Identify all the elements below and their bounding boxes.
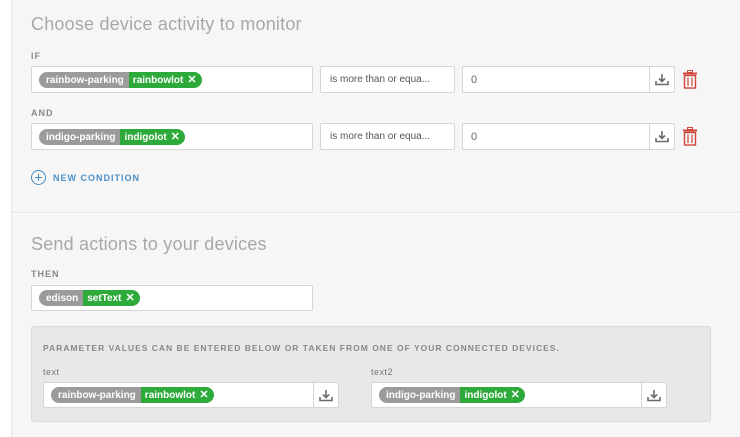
action-device-field[interactable]: edison setText ✕ [31, 285, 313, 311]
pill-value-label: rainbowlot [144, 389, 196, 401]
close-icon[interactable]: ✕ [187, 74, 196, 86]
param-text-field[interactable]: rainbow-parking rainbowlot ✕ [43, 382, 339, 408]
pill-value-label: rainbowlot [132, 74, 184, 86]
threshold-input[interactable]: 0 [462, 66, 675, 93]
device-pill: indigo-parking indigolot ✕ [39, 129, 185, 145]
param-label-text: text [43, 367, 60, 377]
condition-source-field[interactable]: indigo-parking indigolot ✕ [31, 123, 313, 150]
pill-value: rainbowlot ✕ [128, 72, 202, 88]
close-icon[interactable]: ✕ [171, 131, 180, 143]
pill-value-label: setText [87, 292, 122, 304]
download-icon [647, 389, 661, 401]
condition-if-label: IF [31, 51, 41, 61]
pill-device-name: edison [39, 290, 84, 306]
new-condition-label: NEW CONDITION [53, 172, 140, 183]
threshold-input[interactable]: 0 [462, 123, 675, 150]
threshold-value: 0 [471, 130, 478, 143]
import-value-button[interactable] [649, 124, 674, 149]
param-label-text2: text2 [371, 367, 394, 377]
condition-source-field[interactable]: rainbow-parking rainbowlot ✕ [31, 66, 313, 93]
operator-select[interactable]: is more than or equa... [320, 66, 455, 93]
import-value-button[interactable] [641, 383, 666, 407]
close-icon[interactable]: ✕ [511, 389, 520, 401]
import-value-button[interactable] [313, 383, 338, 407]
condition-and-label: AND [31, 108, 54, 118]
pill-value-label: indigolot [124, 131, 167, 143]
parameter-box: PARAMETER VALUES CAN BE ENTERED BELOW OR… [31, 326, 711, 422]
device-pill: rainbow-parking rainbowlot ✕ [39, 72, 202, 88]
param-text2-field[interactable]: indigo-parking indigolot ✕ [371, 382, 667, 408]
close-icon[interactable]: ✕ [199, 389, 208, 401]
actions-title: Send actions to your devices [31, 234, 267, 254]
download-icon [655, 74, 669, 86]
pill-device-name: indigo-parking [39, 129, 121, 145]
operator-select[interactable]: is more than or equa... [320, 123, 455, 150]
trash-icon[interactable] [682, 70, 698, 89]
download-icon [655, 131, 669, 143]
new-condition-button[interactable]: NEW CONDITION [31, 170, 140, 185]
pill-value: indigolot ✕ [120, 129, 185, 145]
plus-circle-icon [31, 170, 46, 185]
pill-value: setText ✕ [83, 290, 140, 306]
close-icon[interactable]: ✕ [126, 292, 135, 304]
param-pill: indigo-parking indigolot ✕ [379, 387, 525, 403]
parameter-notice: PARAMETER VALUES CAN BE ENTERED BELOW OR… [43, 343, 560, 353]
pill-value: indigolot ✕ [460, 387, 525, 403]
pill-device-name: rainbow-parking [39, 72, 129, 88]
trash-icon[interactable] [682, 127, 698, 146]
monitor-title: Choose device activity to monitor [31, 14, 302, 34]
pill-value-label: indigolot [464, 389, 507, 401]
download-icon [319, 389, 333, 401]
then-label: THEN [31, 269, 60, 279]
pill-device-name: rainbow-parking [51, 387, 141, 403]
pill-value: rainbowlot ✕ [140, 387, 214, 403]
param-pill: rainbow-parking rainbowlot ✕ [51, 387, 214, 403]
import-value-button[interactable] [649, 67, 674, 92]
rule-editor: Choose device activity to monitor IF rai… [0, 0, 740, 437]
pill-device-name: indigo-parking [379, 387, 461, 403]
threshold-value: 0 [471, 73, 478, 86]
action-pill: edison setText ✕ [39, 290, 140, 306]
